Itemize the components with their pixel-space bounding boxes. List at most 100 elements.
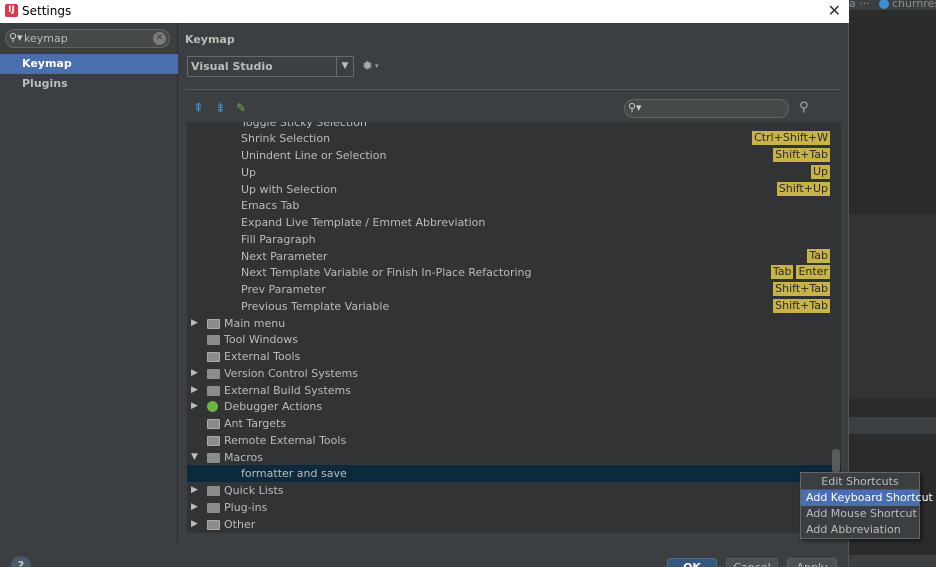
shortcut-list: Tab Enter	[768, 265, 830, 279]
shortcut-key: Shift+Tab	[773, 282, 830, 296]
expand-arrow-icon[interactable]: ▶	[191, 315, 198, 332]
tools-folder-icon	[207, 352, 220, 362]
bg-status-bar	[849, 555, 936, 567]
folder-icon	[207, 453, 220, 463]
keymap-select[interactable]: Visual Studio ▼	[187, 56, 354, 77]
tree-row[interactable]: Next Template Variable or Finish In-Plac…	[187, 264, 841, 281]
tree-group[interactable]: External Tools	[187, 348, 841, 365]
expand-arrow-icon[interactable]: ▶	[191, 382, 198, 399]
menu-item-add-keyboard-shortcut[interactable]: Add Keyboard Shortcut	[801, 490, 933, 506]
chevron-down-icon[interactable]: ▼	[336, 57, 353, 76]
clear-icon[interactable]: ✕	[153, 32, 166, 45]
window-title: Settings	[22, 4, 72, 18]
edit-pencil-icon[interactable]: ✎	[236, 101, 246, 115]
ij-logo-icon: IJ	[5, 4, 18, 17]
group-label: External Tools	[224, 350, 301, 363]
group-label: Plug-ins	[224, 501, 268, 514]
tree-group[interactable]: ▼ Macros	[187, 449, 841, 466]
debugger-bug-icon	[207, 401, 218, 412]
tree-group[interactable]: ▶ Quick Lists	[187, 482, 841, 499]
action-filter-input[interactable]: ⚲▾	[624, 99, 789, 118]
gear-dropdown-icon[interactable]: ▾	[375, 62, 379, 70]
shortcut-list: Shift+Tab	[770, 148, 830, 162]
collapse-arrow-icon[interactable]: ▼	[191, 449, 198, 466]
search-icon[interactable]: ⚲▾	[628, 101, 642, 114]
action-label: Prev Parameter	[241, 283, 326, 296]
expand-arrow-icon[interactable]: ▶	[191, 482, 198, 499]
action-label: Next Parameter	[241, 250, 328, 263]
action-label: Up with Selection	[241, 183, 338, 196]
tree-scrollbar-thumb[interactable]	[832, 449, 840, 473]
search-icon[interactable]: ⚲▾	[9, 31, 23, 44]
close-icon[interactable]: ✕	[828, 1, 841, 20]
tree-row[interactable]: Up with Selection Shift+Up	[187, 181, 841, 198]
shortcut-key: Shift+Up	[776, 182, 830, 196]
menu-folder-icon	[207, 319, 220, 329]
shortcut-key: Tab	[770, 265, 794, 279]
expand-arrow-icon[interactable]: ▶	[191, 365, 198, 382]
settings-search-input[interactable]: ⚲▾ keymap ✕	[5, 29, 170, 48]
find-by-shortcut-icon[interactable]: ⚲	[799, 100, 809, 115]
sidebar-item-plugins[interactable]: Plugins	[0, 74, 178, 94]
tree-row[interactable]: Prev Parameter Shift+Tab	[187, 281, 841, 298]
collapse-all-icon[interactable]: ⇟	[215, 101, 226, 116]
keymap-panel: Keymap Visual Studio ▼ ✹ ▾ ⇞ ⇟ ✎ ⚲▾ ⚲ To…	[179, 23, 848, 543]
bg-tab-2[interactable]: churnres	[879, 0, 936, 10]
tree-row[interactable]: Emacs Tab	[187, 197, 841, 214]
gear-icon[interactable]: ✹	[362, 59, 373, 74]
folder-icon	[207, 369, 220, 379]
action-label: Shrink Selection	[241, 132, 331, 145]
keymap-select-value: Visual Studio	[191, 60, 273, 73]
bg-tabstrip: a ··· churnres	[849, 0, 936, 10]
expand-arrow-icon[interactable]: ▶	[191, 499, 198, 516]
menu-item-add-abbreviation[interactable]: Add Abbreviation	[801, 522, 919, 538]
tree-row[interactable]: Fill Paragraph	[187, 231, 841, 248]
context-menu-header: Edit Shortcuts	[801, 473, 919, 490]
bg-panel	[849, 214, 936, 399]
expand-all-icon[interactable]: ⇞	[193, 101, 204, 116]
context-menu: Edit Shortcuts Add Keyboard Shortcut Add…	[800, 472, 933, 539]
settings-search-value[interactable]: keymap	[24, 32, 68, 45]
tree-row[interactable]: Next Parameter Tab	[187, 248, 841, 265]
expand-arrow-icon[interactable]: ▶	[191, 398, 198, 415]
menu-item-add-mouse-shortcut[interactable]: Add Mouse Shortcut	[801, 506, 919, 522]
tree-group[interactable]: ▶ External Build Systems	[187, 382, 841, 399]
tree-group[interactable]: ▶ Debugger Actions	[187, 398, 841, 415]
tree-row[interactable]: Previous Template Variable Shift+Tab	[187, 298, 841, 315]
action-label: Next Template Variable or Finish In-Plac…	[241, 266, 532, 279]
tree-row-selected[interactable]: formatter and save	[187, 465, 841, 482]
divider	[185, 89, 841, 90]
shortcut-key: Ctrl+Shift+W	[752, 131, 830, 145]
tree-group[interactable]: ▶ Other	[187, 516, 841, 533]
title-bar[interactable]: IJ Settings ✕	[0, 0, 849, 23]
tree-group[interactable]: ▶ Version Control Systems	[187, 365, 841, 382]
action-label: Fill Paragraph	[241, 233, 316, 246]
bg-tab-1[interactable]: a ···	[849, 0, 870, 10]
help-button[interactable]: ?	[11, 556, 31, 567]
group-label: Debugger Actions	[224, 400, 323, 413]
group-label: Other	[224, 518, 256, 531]
tree-group[interactable]: Ant Targets	[187, 415, 841, 432]
tree-row[interactable]: Expand Live Template / Emmet Abbreviatio…	[187, 214, 841, 231]
apply-button[interactable]: Apply	[787, 558, 837, 567]
action-label: Up	[241, 166, 257, 179]
group-label: Main menu	[224, 317, 286, 330]
expand-arrow-icon[interactable]: ▶	[191, 516, 198, 533]
action-label: Emacs Tab	[241, 199, 300, 212]
tree-row[interactable]: Up Up	[187, 164, 841, 181]
shortcut-list: Ctrl+Shift+W	[749, 131, 830, 145]
tree-row[interactable]: Shrink Selection Ctrl+Shift+W	[187, 130, 841, 147]
group-label: Macros	[224, 451, 264, 464]
shortcut-list: Shift+Tab	[770, 282, 830, 296]
tree-row[interactable]: Unindent Line or Selection Shift+Tab	[187, 147, 841, 164]
ok-button[interactable]: OK	[667, 558, 717, 567]
file-dot-icon	[879, 0, 889, 9]
keymap-tree[interactable]: Toggle Sticky Selection Shrink Selection…	[187, 122, 841, 533]
tree-group[interactable]: ▶ Main menu	[187, 315, 841, 332]
sidebar-item-keymap[interactable]: Keymap	[0, 54, 178, 74]
tree-group[interactable]: ▶ Plug-ins	[187, 499, 841, 516]
cancel-button[interactable]: Cancel	[726, 558, 778, 567]
group-label: Quick Lists	[224, 484, 284, 497]
tree-group[interactable]: Remote External Tools	[187, 432, 841, 449]
tree-group[interactable]: Tool Windows	[187, 331, 841, 348]
